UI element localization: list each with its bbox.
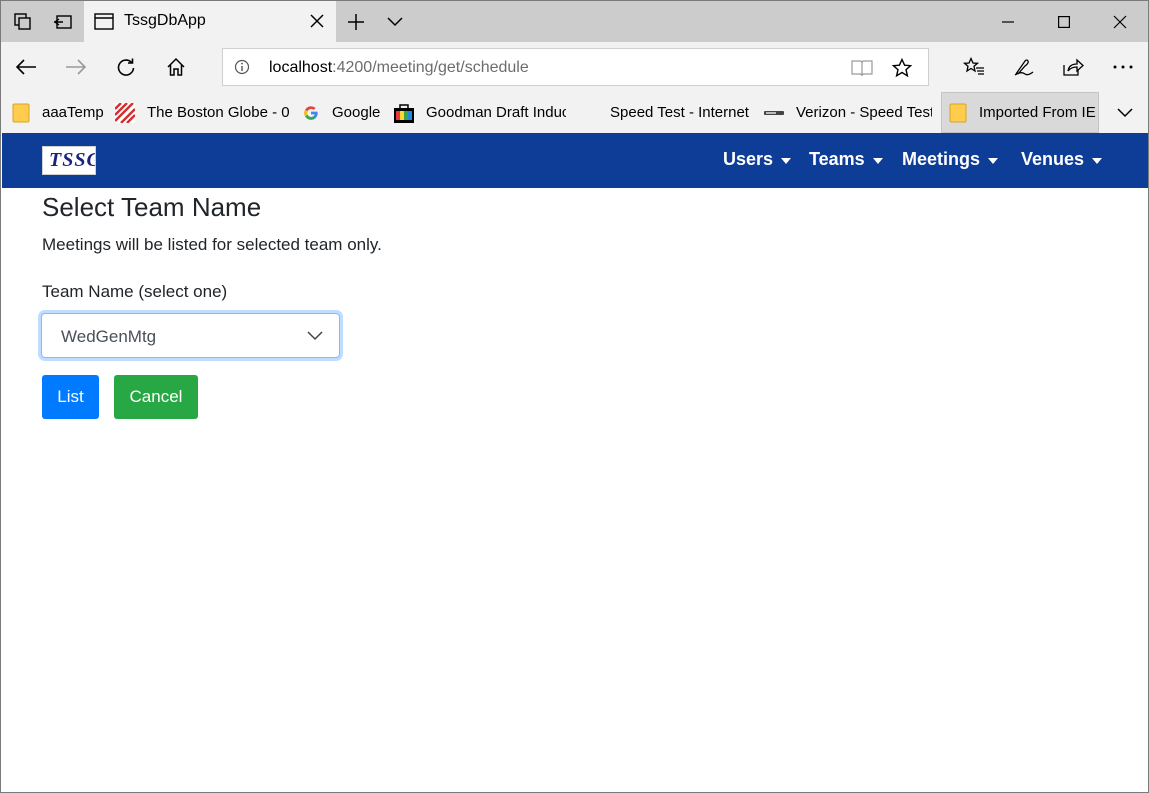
menu-meetings[interactable]: Meetings <box>902 149 999 170</box>
tab-title: TssgDbApp <box>124 12 206 29</box>
page-title: Select Team Name <box>42 192 262 222</box>
caret-down-icon <box>781 157 792 164</box>
pen-notes-icon[interactable] <box>999 42 1049 92</box>
folder-icon <box>949 103 967 122</box>
list-button[interactable]: List <box>42 375 99 419</box>
menu-label: Teams <box>809 149 865 169</box>
reading-view-icon[interactable] <box>851 59 873 77</box>
page-description: Meetings will be listed for selected tea… <box>42 235 382 254</box>
menu-venues[interactable]: Venues <box>1021 149 1103 170</box>
refresh-icon[interactable] <box>101 42 151 92</box>
app-navbar: TSSG Users Teams Meetings Venues <box>2 133 1148 188</box>
selected-team: WedGenMtg <box>61 327 157 346</box>
google-icon <box>304 105 318 120</box>
page-icon <box>94 13 114 30</box>
minimize-icon[interactable] <box>980 1 1036 42</box>
favorite-label: Goodman Draft Induc <box>426 104 566 121</box>
tab-tssgdbapp[interactable]: TssgDbApp <box>84 1 336 42</box>
favorite-google[interactable]: Google <box>302 92 384 133</box>
menu-teams[interactable]: Teams <box>809 149 883 170</box>
browser-toolbar: localhost:4200/meeting/get/schedule <box>1 42 1148 92</box>
favorite-speed-test-internet[interactable]: Speed Test - Internet <box>610 92 750 133</box>
logo-text: TSSG <box>49 149 95 171</box>
boston-globe-icon <box>115 102 135 123</box>
caret-down-icon <box>988 157 999 164</box>
favorite-star-icon[interactable] <box>892 58 912 78</box>
url-path: :4200/meeting/get/schedule <box>332 59 529 76</box>
favorite-aaatemp[interactable]: aaaTemp <box>12 92 104 133</box>
tab-actions-icon[interactable] <box>5 1 41 42</box>
close-window-icon[interactable] <box>1092 1 1148 42</box>
favorite-imported-from-ie[interactable]: Imported From IE <box>941 92 1099 133</box>
close-tab-icon[interactable] <box>308 12 326 30</box>
team-name-label: Team Name (select one) <box>42 282 228 301</box>
url-text[interactable]: localhost:4200/meeting/get/schedule <box>269 59 529 77</box>
browser-window: TssgDbApp localhost:4200/meeting/get/sch… <box>0 0 1149 793</box>
menu-label: Users <box>723 149 774 169</box>
site-info-icon[interactable] <box>234 59 250 75</box>
favorite-label: The Boston Globe - 0 <box>147 104 289 121</box>
favorite-label: Google <box>332 104 381 121</box>
set-tabs-aside-icon[interactable] <box>45 1 81 42</box>
forward-icon[interactable] <box>51 42 101 92</box>
favorite-label: Verizon - Speed Test <box>796 104 932 121</box>
url-host: localhost <box>269 59 333 76</box>
favorite-label: aaaTemp <box>42 104 104 121</box>
favorites-overflow-chevron-icon[interactable] <box>1107 92 1143 133</box>
favorites-bar: aaaTemp The Boston Globe - 0 Google Good… <box>1 92 1148 133</box>
title-bar: TssgDbApp <box>1 1 1148 42</box>
favorite-label: Speed Test - Internet <box>610 104 749 121</box>
folder-icon <box>12 103 30 122</box>
tab-preview-chevron-icon[interactable] <box>381 1 409 42</box>
team-name-select[interactable]: WedGenMtg <box>41 313 340 358</box>
caret-down-icon <box>872 157 883 164</box>
maximize-icon[interactable] <box>1036 1 1092 42</box>
menu-label: Meetings <box>902 149 981 169</box>
menu-users[interactable]: Users <box>723 149 792 170</box>
more-options-icon[interactable] <box>1098 42 1148 92</box>
favorite-verizon-speed-test[interactable]: Verizon - Speed Test <box>764 92 932 133</box>
favorite-boston-globe[interactable]: The Boston Globe - 0 <box>115 92 289 133</box>
address-bar[interactable]: localhost:4200/meeting/get/schedule <box>222 48 929 86</box>
chevron-down-icon <box>307 331 323 341</box>
share-icon[interactable] <box>1048 42 1098 92</box>
favorite-goodman[interactable]: Goodman Draft Induc <box>394 92 566 133</box>
goodman-icon <box>394 103 414 123</box>
caret-down-icon <box>1092 157 1103 164</box>
cancel-button[interactable]: Cancel <box>114 375 198 419</box>
menu-label: Venues <box>1021 149 1085 169</box>
home-icon[interactable] <box>151 42 201 92</box>
tssg-logo[interactable]: TSSG <box>42 146 96 175</box>
back-icon[interactable] <box>1 42 51 92</box>
verizon-icon <box>764 110 784 115</box>
new-tab-icon[interactable] <box>341 1 371 42</box>
favorite-label: Imported From IE <box>979 104 1096 121</box>
favorites-hub-icon[interactable] <box>949 42 999 92</box>
